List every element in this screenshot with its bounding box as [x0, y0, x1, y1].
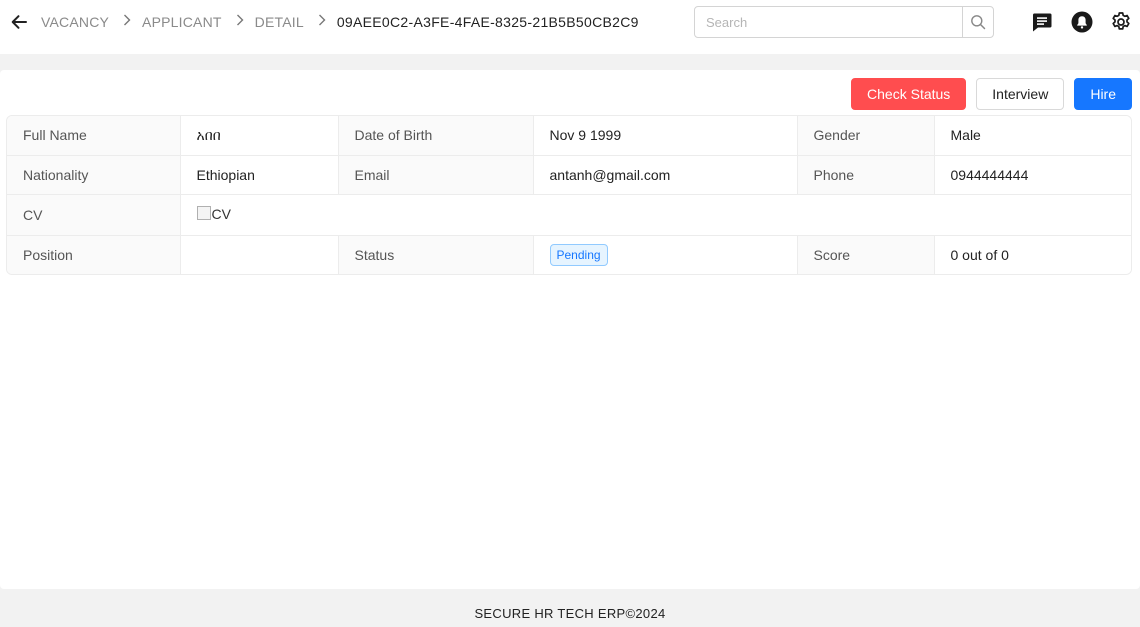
search-input[interactable]: [695, 7, 962, 37]
bell-icon[interactable]: [1070, 10, 1094, 34]
breadcrumb: VACANCY APPLICANT DETAIL 09AEE0C2-A3FE-4…: [41, 0, 639, 44]
footer: SECURE HR TECH ERP©2024: [474, 606, 666, 621]
applicant-detail-card: Check Status Interview Hire Full Name አበ…: [0, 70, 1140, 589]
cv-image-alt: CV: [211, 205, 231, 222]
nationality-label: Nationality: [7, 155, 181, 195]
full-name-value: አበበ: [180, 116, 339, 156]
top-bar: VACANCY APPLICANT DETAIL 09AEE0C2-A3FE-4…: [0, 0, 1140, 54]
table-row: Nationality Ethiopian Email antanh@gmail…: [7, 155, 1131, 195]
search-icon: [971, 15, 986, 30]
score-value: 0 out of 0: [934, 235, 1131, 274]
position-value: [180, 235, 339, 274]
breadcrumb-current-id: 09AEE0C2-A3FE-4FAE-8325-21B5B50CB2C9: [336, 14, 639, 30]
position-label: Position: [7, 235, 181, 274]
check-status-button[interactable]: Check Status: [851, 78, 967, 110]
applicant-details-table: Full Name አበበ Date of Birth Nov 9 1999 G…: [6, 115, 1132, 275]
chevron-right-icon: [119, 12, 135, 28]
breadcrumb-item-detail[interactable]: DETAIL: [255, 14, 304, 30]
phone-label: Phone: [797, 155, 935, 195]
cv-label: CV: [7, 194, 181, 236]
nationality-value: Ethiopian: [180, 155, 339, 195]
email-label: Email: [338, 155, 534, 195]
phone-value: 0944444444: [934, 155, 1131, 195]
search-button[interactable]: [962, 7, 993, 37]
arrow-left-icon[interactable]: [8, 11, 30, 33]
hire-button[interactable]: Hire: [1074, 78, 1132, 110]
table-row: CV CV: [7, 194, 1131, 236]
full-name-label: Full Name: [7, 116, 181, 156]
status-badge: Pending: [549, 243, 608, 266]
interview-button[interactable]: Interview: [976, 78, 1065, 110]
cv-value: CV: [180, 194, 1131, 236]
status-label: Status: [338, 235, 534, 274]
breadcrumb-item-vacancy[interactable]: VACANCY: [41, 14, 109, 30]
chevron-right-icon: [232, 12, 248, 28]
gear-icon[interactable]: [1109, 10, 1133, 34]
chat-icon[interactable]: [1030, 10, 1054, 34]
chevron-right-icon: [314, 12, 330, 28]
table-row: Full Name አበበ Date of Birth Nov 9 1999 G…: [7, 116, 1131, 156]
gender-label: Gender: [797, 116, 935, 156]
search-box: [694, 6, 994, 38]
broken-image-icon: [196, 205, 211, 220]
gender-value: Male: [934, 116, 1131, 156]
table-row: Position Status Pending Score 0 out of 0: [7, 235, 1131, 274]
breadcrumb-item-applicant[interactable]: APPLICANT: [142, 14, 222, 30]
score-label: Score: [797, 235, 935, 274]
email-value: antanh@gmail.com: [533, 155, 798, 195]
dob-value: Nov 9 1999: [533, 116, 798, 156]
action-bar: Check Status Interview Hire: [851, 78, 1132, 110]
status-value: Pending: [533, 235, 798, 274]
dob-label: Date of Birth: [338, 116, 534, 156]
cv-image[interactable]: CV: [196, 205, 231, 222]
